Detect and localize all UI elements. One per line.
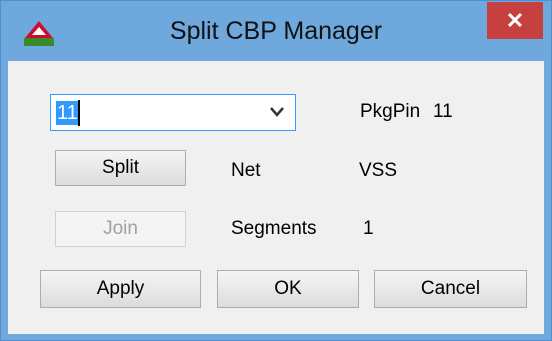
dialog-window: Split CBP Manager ✕ 11 PkgPin 11 Split N… (0, 0, 552, 341)
cancel-button[interactable]: Cancel (374, 270, 527, 308)
window-title: Split CBP Manager (169, 17, 383, 45)
close-icon: ✕ (505, 7, 525, 33)
chevron-down-icon[interactable] (269, 106, 285, 118)
pin-select-value: 11 (56, 101, 79, 125)
text-caret (78, 100, 80, 126)
dialog-client-area: 11 PkgPin 11 Split Net VSS Join Segments… (8, 61, 544, 334)
net-label: Net (231, 160, 261, 181)
segments-label: Segments (231, 218, 317, 239)
ok-button[interactable]: OK (217, 270, 359, 308)
segments-value: 1 (363, 218, 374, 239)
title-bar[interactable]: Split CBP Manager ✕ (1, 1, 551, 61)
pkgpin-value: 11 (433, 101, 453, 122)
split-button[interactable]: Split (55, 150, 186, 186)
join-button[interactable]: Join (55, 211, 186, 247)
pkgpin-label: PkgPin (360, 101, 421, 122)
close-button[interactable]: ✕ (487, 2, 543, 39)
apply-button[interactable]: Apply (40, 270, 201, 308)
pin-select-combobox[interactable]: 11 (50, 94, 296, 131)
net-value: VSS (359, 160, 398, 181)
